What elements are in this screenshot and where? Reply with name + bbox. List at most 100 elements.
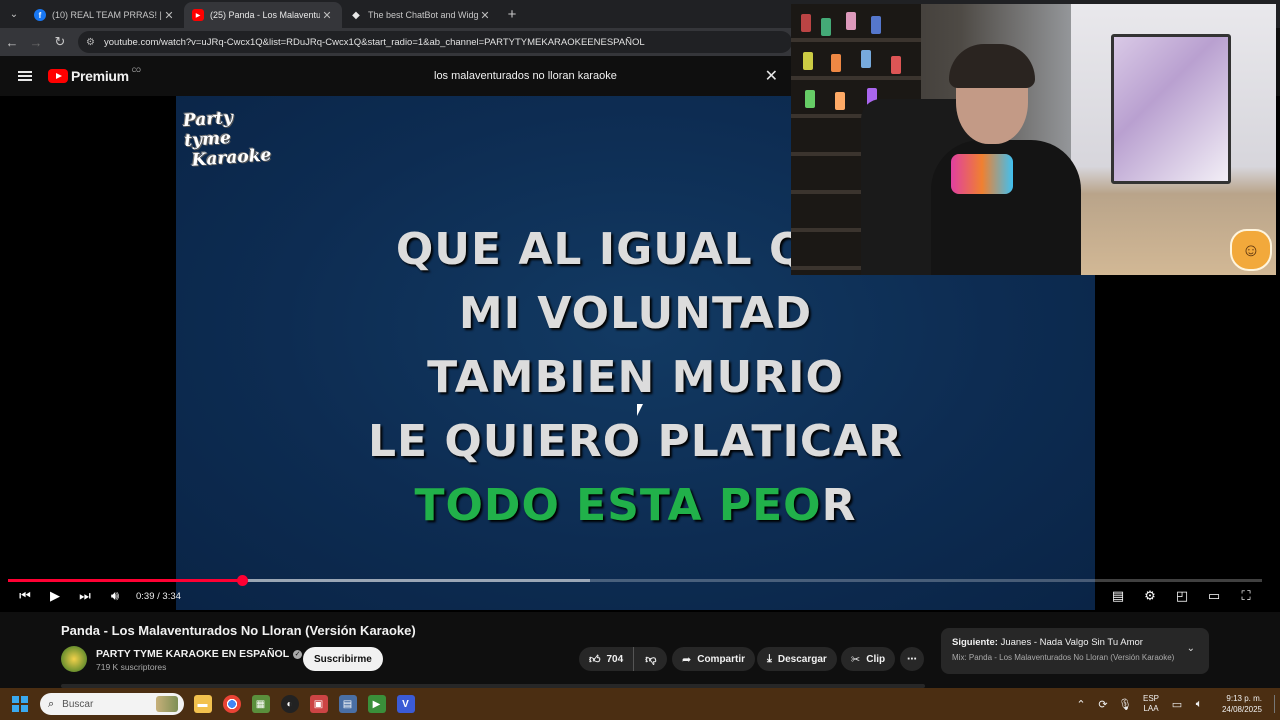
network-icon[interactable]: ▭: [1166, 698, 1188, 711]
new-tab-plus-icon[interactable]: +: [500, 6, 524, 23]
close-tab-icon[interactable]: ✕: [162, 9, 176, 22]
party-tyme-karaoke-logo: Party tyme Karaoke: [182, 107, 272, 172]
url-bar[interactable]: ⚙ youtube.com/watch?v=uJRq-Cwcx1Q&list=R…: [78, 31, 792, 53]
file-explorer-icon[interactable]: ▬: [188, 688, 217, 720]
country-code: CO: [131, 68, 141, 74]
like-count: 704: [606, 653, 624, 665]
play-icon[interactable]: ▶: [40, 588, 70, 604]
like-button[interactable]: 👍︎ 704: [579, 647, 635, 671]
lyric-sung: TODO ESTA PEO: [414, 480, 822, 531]
back-arrow-icon[interactable]: ←: [0, 35, 24, 50]
fullscreen-icon[interactable]: ⛶: [1230, 588, 1262, 604]
player-right-controls: ▤ ⚙ ◰ ▭ ⛶: [1102, 584, 1262, 608]
like-dislike-group: 👍︎ 704 👎︎: [579, 647, 668, 671]
lyric-line: MI VOLUNTAD: [458, 288, 813, 339]
tab-chatbot[interactable]: ◆ The best ChatBot and Widgets ✕: [342, 2, 500, 28]
show-hidden-icons-chevron-icon[interactable]: ⌃: [1070, 698, 1092, 711]
search-placeholder: Buscar: [62, 698, 94, 710]
tab-youtube[interactable]: ▶ (25) Panda - Los Malaventurados No Llo…: [184, 2, 342, 28]
channel-name[interactable]: PARTY TYME KARAOKE EN ESPAÑOL ✓: [96, 648, 303, 660]
taskbar-search-input[interactable]: ⌕ Buscar: [40, 693, 184, 715]
thumbs-up-icon: 👍︎: [589, 653, 601, 666]
verified-check-icon: ✓: [293, 650, 303, 659]
site-info-icon[interactable]: ⚙: [86, 37, 98, 48]
scissors-icon: ✂: [851, 653, 861, 666]
download-label: Descargar: [777, 653, 827, 665]
facebook-icon: f: [34, 9, 46, 21]
thumbs-down-icon: 👎︎: [645, 653, 657, 666]
clear-search-icon[interactable]: ✕: [765, 66, 778, 86]
tab-title: The best ChatBot and Widgets: [368, 10, 478, 20]
clip-label: Clip: [866, 653, 886, 665]
vs-app-icon[interactable]: V: [391, 688, 420, 720]
language-code: ESP: [1142, 694, 1159, 703]
share-button[interactable]: ➦ Compartir: [672, 647, 756, 671]
search-icon: ⌕: [48, 697, 55, 710]
menu-hamburger-icon[interactable]: [18, 71, 32, 81]
show-desktop-button[interactable]: [1274, 695, 1278, 713]
microphone-icon[interactable]: 🎙︎: [1114, 698, 1136, 711]
up-next-panel[interactable]: Siguiente: Juanes - Nada Valgo Sin Tu Am…: [941, 628, 1209, 674]
close-tab-icon[interactable]: ✕: [478, 9, 492, 22]
lyric-line-current: TODO ESTA PEOR: [176, 480, 1095, 531]
clock-time: 9:13 p. m.: [1226, 694, 1262, 703]
next-video-title: Juanes - Nada Valgo Sin Tu Amor: [1000, 637, 1143, 648]
sync-icon[interactable]: ⟳: [1092, 698, 1114, 711]
played-bar: [8, 579, 243, 582]
mix-label: Mix: Panda - Los Malaventurados No Llora…: [952, 653, 1175, 662]
chevron-down-icon[interactable]: ⌄: [1187, 643, 1195, 654]
media-app-icon[interactable]: ▣: [304, 688, 333, 720]
next-prefix: Siguiente:: [952, 637, 998, 648]
chrome-icon[interactable]: [217, 688, 246, 720]
youtube-premium-logo[interactable]: Premium CO: [48, 68, 141, 84]
mascot-icon: ☺: [1230, 229, 1272, 271]
next-icon[interactable]: ⏭: [70, 588, 100, 604]
streamelements-icon: ◆: [352, 9, 360, 21]
microphone: [951, 154, 1013, 194]
windows-logo-icon: [12, 696, 28, 712]
more-dots-icon: ⋯: [907, 653, 917, 665]
search-input[interactable]: los malaventurados no lloran karaoke ✕: [424, 64, 784, 88]
previous-icon[interactable]: ⏮: [10, 588, 40, 604]
channel-avatar[interactable]: [61, 646, 87, 672]
subscriber-count: 719 K suscriptores: [96, 662, 167, 672]
download-icon: ⤓: [767, 652, 772, 665]
speaker-icon[interactable]: 🔈︎: [1188, 698, 1210, 711]
calculator-icon[interactable]: ▤: [333, 688, 362, 720]
miniplayer-icon[interactable]: ◰: [1166, 588, 1198, 604]
settings-gear-icon[interactable]: ⚙: [1134, 588, 1166, 604]
language-indicator[interactable]: ESP LAA: [1136, 694, 1166, 714]
player-controls: ⏮ ▶ ⏭ 🔊︎ 0:39 / 3:34 ▤ ⚙ ◰ ▭ ⛶: [0, 584, 1280, 608]
lyric-unsung: R: [821, 480, 857, 531]
clip-button[interactable]: ✂ Clip: [841, 647, 896, 671]
subtitles-icon[interactable]: ▤: [1102, 588, 1134, 604]
mouse-cursor-icon: [637, 404, 643, 416]
lyric-line: TAMBIEN MURIO: [427, 352, 844, 403]
close-tab-icon[interactable]: ✕: [320, 9, 334, 22]
minecraft-icon[interactable]: ▦: [246, 688, 275, 720]
reload-icon[interactable]: ↻: [48, 34, 72, 50]
clock[interactable]: 9:13 p. m. 24/08/2025: [1210, 693, 1262, 715]
tab-facebook[interactable]: f (10) REAL TEAM PRRAS! | Facebook ✕: [26, 2, 184, 28]
github-desktop-icon[interactable]: ◐: [275, 688, 304, 720]
start-button[interactable]: [0, 688, 40, 720]
subscribe-button[interactable]: Suscribirme: [303, 647, 383, 671]
youtube-icon: ▶: [192, 9, 204, 21]
youtube-play-logo-icon: [48, 69, 68, 83]
keyboard-layout: LAA: [1143, 704, 1159, 713]
channel-name-text: PARTY TYME KARAOKE EN ESPAÑOL: [96, 648, 290, 660]
windows-taskbar: ⌕ Buscar ▬ ▦ ◐ ▣ ▤ ▶ V ⌃ ⟳ 🎙︎ ESP LAA ▭ …: [0, 688, 1280, 720]
download-button[interactable]: ⤓ Descargar: [757, 647, 837, 671]
tab-search-chevron-icon[interactable]: ⌄: [2, 4, 26, 24]
dislike-button[interactable]: 👎︎: [634, 653, 667, 666]
theater-mode-icon[interactable]: ▭: [1198, 588, 1230, 604]
video-title: Panda - Los Malaventurados No Lloran (Ve…: [61, 623, 416, 638]
progress-bar[interactable]: [8, 575, 1262, 586]
url-text: youtube.com/watch?v=uJRq-Cwcx1Q&list=RDu…: [104, 36, 645, 48]
volume-icon[interactable]: 🔊︎: [100, 588, 130, 604]
streaming-app-icon[interactable]: ▶: [362, 688, 391, 720]
tab-title: (10) REAL TEAM PRRAS! | Facebook: [52, 10, 162, 20]
share-label: Compartir: [697, 653, 746, 665]
forward-arrow-icon[interactable]: →: [24, 35, 48, 50]
more-actions-button[interactable]: ⋯: [900, 647, 924, 671]
